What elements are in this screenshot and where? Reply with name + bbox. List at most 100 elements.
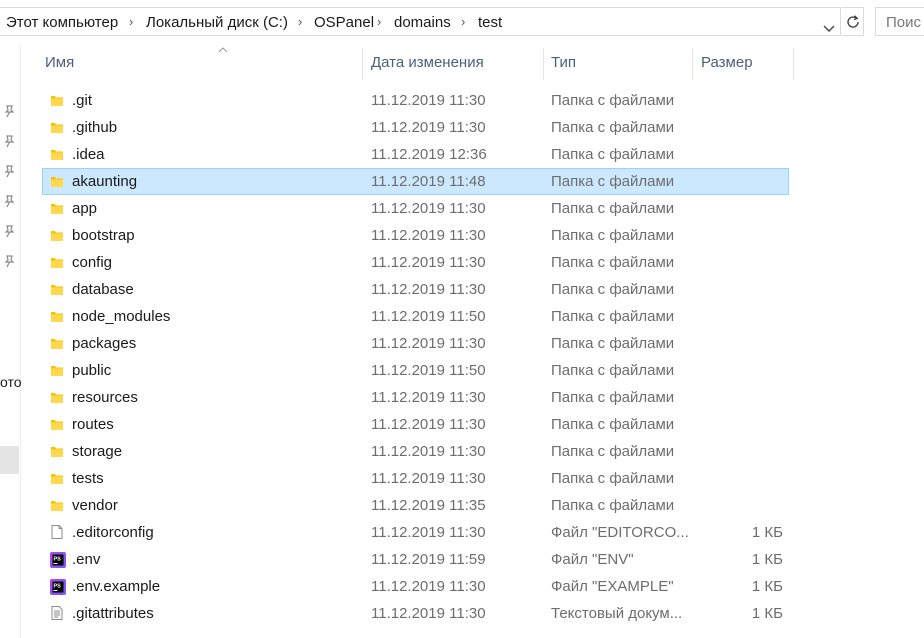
file-row[interactable]: PS .env 11.12.2019 11:59 Файл "ENV" 1 КБ xyxy=(42,546,789,573)
file-row[interactable]: resources 11.12.2019 11:30 Папка с файлами xyxy=(42,384,789,411)
file-row[interactable]: storage 11.12.2019 11:30 Папка с файлами xyxy=(42,438,789,465)
folder-icon xyxy=(49,335,65,351)
pin-icon[interactable] xyxy=(2,104,16,118)
file-type: Папка с файлами xyxy=(551,497,675,514)
file-row[interactable]: .idea 11.12.2019 12:36 Папка с файлами xyxy=(42,141,789,168)
chevron-down-icon[interactable] xyxy=(823,20,835,36)
column-header-size[interactable]: Размер xyxy=(701,54,753,71)
breadcrumb-separator-icon[interactable]: › xyxy=(298,14,302,29)
file-name: storage xyxy=(72,443,123,460)
sort-ascending-icon xyxy=(218,45,228,56)
file-row[interactable]: app 11.12.2019 11:30 Папка с файлами xyxy=(42,195,789,222)
file-row[interactable]: .github 11.12.2019 11:30 Папка с файлами xyxy=(42,114,789,141)
file-type: Папка с файлами xyxy=(551,308,675,325)
file-date: 11.12.2019 11:30 xyxy=(371,470,486,487)
file-type: Папка с файлами xyxy=(551,470,675,487)
file-date: 11.12.2019 11:50 xyxy=(371,362,486,379)
file-size: 1 КБ xyxy=(751,551,783,568)
file-row[interactable]: public 11.12.2019 11:50 Папка с файлами xyxy=(42,357,789,384)
file-type: Папка с файлами xyxy=(551,335,675,352)
file-name: .env.example xyxy=(72,578,161,595)
folder-icon xyxy=(49,497,65,513)
file-type: Файл "EXAMPLE" xyxy=(551,578,674,595)
file-row[interactable]: .gitattributes 11.12.2019 11:30 Текстовый … xyxy=(42,600,789,627)
file-date: 11.12.2019 11:30 xyxy=(371,335,486,352)
file-row[interactable]: akaunting 11.12.2019 11:48 Папка с файлами xyxy=(42,168,789,195)
pin-icon[interactable] xyxy=(2,134,16,148)
breadcrumb-separator-icon[interactable]: › xyxy=(461,14,465,29)
column-divider[interactable] xyxy=(362,48,363,80)
file-name: vendor xyxy=(72,497,118,514)
file-date: 11.12.2019 11:30 xyxy=(371,443,486,460)
file-name: bootstrap xyxy=(72,227,135,244)
file-row[interactable]: config 11.12.2019 11:30 Папка с файлами xyxy=(42,249,789,276)
file-row[interactable]: node_modules 11.12.2019 11:50 Папка с файл… xyxy=(42,303,789,330)
folder-icon xyxy=(49,173,65,189)
phpstorm-icon: PS xyxy=(49,578,66,595)
folder-icon xyxy=(49,119,65,135)
file-name: packages xyxy=(72,335,137,352)
folder-icon xyxy=(49,416,65,432)
pin-icon[interactable] xyxy=(2,224,16,238)
file-row[interactable]: vendor 11.12.2019 11:35 Папка с файлами xyxy=(42,492,789,519)
file-row[interactable]: bootstrap 11.12.2019 11:30 Папка с файлами xyxy=(42,222,789,249)
breadcrumb-test[interactable]: test xyxy=(478,14,502,31)
folder-icon xyxy=(49,470,65,486)
file-date: 11.12.2019 11:30 xyxy=(371,578,486,595)
column-divider[interactable] xyxy=(543,48,544,80)
column-header-date[interactable]: Дата изменения xyxy=(371,54,484,71)
nav-selected-item[interactable] xyxy=(0,446,19,474)
column-header-type[interactable]: Тип xyxy=(551,54,576,71)
file-row[interactable]: .editorconfig 11.12.2019 11:30 Файл "EDITO… xyxy=(42,519,789,546)
address-bar-row: Этот компьютер › Локальный диск (C:) › O… xyxy=(0,0,924,44)
file-row[interactable]: PS .env.example 11.12.2019 11:30 Файл "EXAM… xyxy=(42,573,789,600)
breadcrumb-domains[interactable]: domains xyxy=(394,14,451,31)
file-date: 11.12.2019 11:59 xyxy=(371,551,486,568)
column-header-name[interactable]: Имя xyxy=(45,54,74,71)
file-row[interactable]: routes 11.12.2019 11:30 Папка с файлами xyxy=(42,411,789,438)
search-input[interactable]: Поис xyxy=(875,7,924,36)
file-date: 11.12.2019 11:30 xyxy=(371,416,486,433)
file-date: 11.12.2019 11:30 xyxy=(371,281,486,298)
refresh-icon xyxy=(847,15,859,28)
file-name: akaunting xyxy=(72,173,138,190)
breadcrumb-separator-icon[interactable]: › xyxy=(377,14,381,29)
pin-icon[interactable] xyxy=(2,194,16,208)
file-date: 11.12.2019 11:50 xyxy=(371,308,486,325)
pin-icon[interactable] xyxy=(2,164,16,178)
breadcrumb-local-disk[interactable]: Локальный диск (C:) xyxy=(146,14,288,31)
file-date: 11.12.2019 11:30 xyxy=(371,92,486,109)
file-date: 11.12.2019 12:36 xyxy=(371,146,487,163)
file-name: .git xyxy=(72,92,93,109)
file-name: .gitattributes xyxy=(72,605,154,622)
breadcrumb-this-pc[interactable]: Этот компьютер xyxy=(6,14,118,31)
svg-text:PS: PS xyxy=(54,584,62,590)
address-bar[interactable]: Этот компьютер › Локальный диск (C:) › O… xyxy=(0,7,841,36)
file-date: 11.12.2019 11:30 xyxy=(371,524,486,541)
folder-icon xyxy=(49,146,65,162)
file-date: 11.12.2019 11:35 xyxy=(371,497,486,514)
file-row[interactable]: packages 11.12.2019 11:30 Папка с файлами xyxy=(42,330,789,357)
file-type: Папка с файлами xyxy=(551,416,675,433)
file-date: 11.12.2019 11:30 xyxy=(371,200,486,217)
file-name: .editorconfig xyxy=(72,524,154,541)
nav-item-label[interactable]: ото xyxy=(0,374,22,390)
file-icon xyxy=(49,524,65,540)
file-date: 11.12.2019 11:30 xyxy=(371,119,486,136)
file-row[interactable]: .git 11.12.2019 11:30 Папка с файлами xyxy=(42,87,789,114)
refresh-button[interactable] xyxy=(842,7,864,36)
pin-icon[interactable] xyxy=(2,254,16,268)
breadcrumb-separator-icon[interactable]: › xyxy=(129,14,133,29)
file-name: .idea xyxy=(72,146,105,163)
file-row[interactable]: database 11.12.2019 11:30 Папка с файлами xyxy=(42,276,789,303)
column-divider[interactable] xyxy=(793,48,794,80)
column-divider[interactable] xyxy=(692,48,693,80)
folder-icon xyxy=(49,362,65,378)
file-type: Файл "EDITORCO... xyxy=(551,524,689,541)
file-name: node_modules xyxy=(72,308,171,325)
file-size: 1 КБ xyxy=(751,578,783,595)
breadcrumb-ospanel[interactable]: OSPanel xyxy=(314,14,374,31)
folder-icon xyxy=(49,308,65,324)
file-date: 11.12.2019 11:48 xyxy=(371,173,486,190)
file-row[interactable]: tests 11.12.2019 11:30 Папка с файлами xyxy=(42,465,789,492)
